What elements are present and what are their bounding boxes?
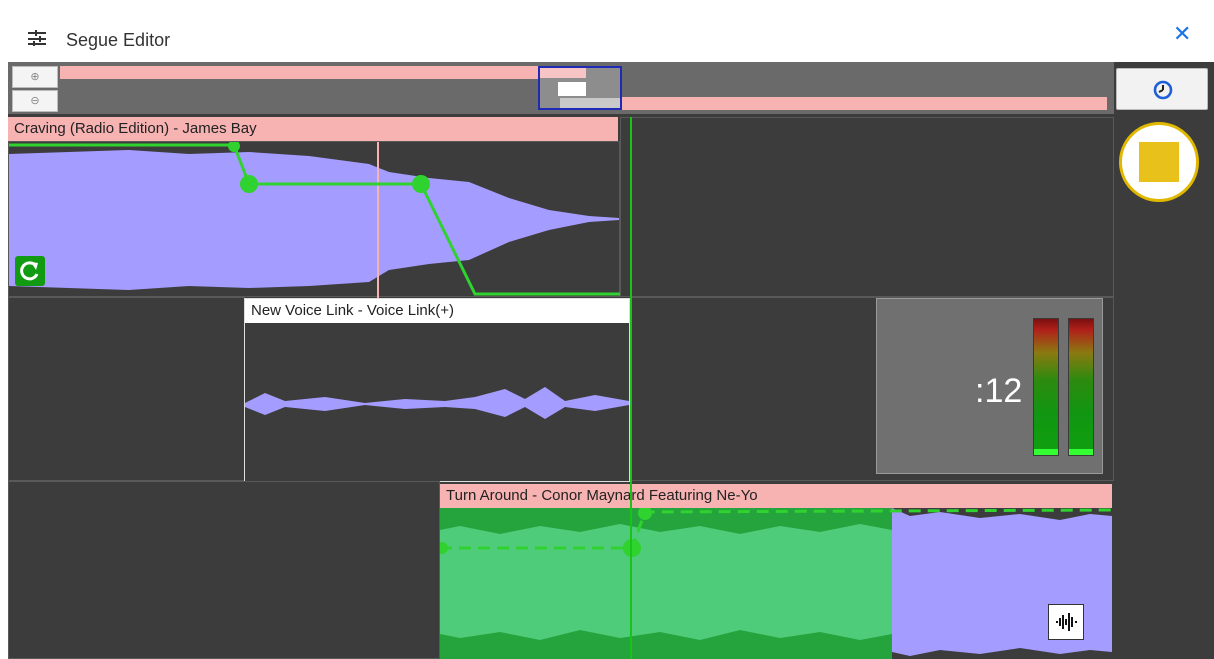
track-1-title[interactable]: Craving (Radio Edition) - James Bay (8, 117, 618, 141)
close-icon[interactable]: ✕ (1173, 22, 1191, 47)
overview-strip[interactable] (8, 62, 1114, 114)
track-1-waveform-area[interactable] (8, 141, 621, 298)
track-3-title[interactable]: Turn Around - Conor Maynard Featuring Ne… (440, 484, 1112, 508)
refresh-button[interactable] (15, 256, 45, 286)
zoom-out-button[interactable]: ⊖ (12, 90, 58, 112)
track-1-empty-region (620, 117, 1114, 297)
overview-track-3 (571, 97, 1107, 110)
track-2-empty-left (8, 297, 245, 481)
waveform-button[interactable] (1048, 604, 1084, 640)
refresh-icon (20, 261, 39, 281)
track-2-clip[interactable]: New Voice Link - Voice Link(+) (244, 298, 630, 482)
overview-viewport[interactable] (538, 66, 622, 110)
clock-button[interactable] (1116, 68, 1208, 110)
track-3-waveform-area[interactable] (440, 508, 1112, 659)
track-3-empty-left (8, 481, 440, 659)
window-title: Segue Editor (66, 30, 171, 50)
waveform-icon (1056, 613, 1077, 631)
track-1-waveform (9, 142, 621, 298)
right-meter-level (1069, 449, 1093, 455)
sliders-icon (28, 30, 46, 46)
right-level-meter (1068, 318, 1094, 456)
zoom-in-button[interactable]: ⊕ (12, 66, 58, 88)
stop-icon (1139, 142, 1179, 182)
track-2-title: New Voice Link - Voice Link(+) (245, 299, 629, 323)
clock-icon (1153, 80, 1173, 100)
left-level-meter (1033, 318, 1059, 456)
title-bar: Segue Editor ✕ (0, 0, 1214, 62)
track-3-waveform (440, 508, 1112, 659)
time-remaining: :12 (975, 372, 1023, 410)
track-2-waveform (245, 387, 629, 419)
left-meter-level (1034, 449, 1058, 455)
playhead[interactable] (630, 117, 632, 659)
overview-track-1 (60, 66, 608, 79)
stop-button[interactable] (1119, 122, 1199, 202)
